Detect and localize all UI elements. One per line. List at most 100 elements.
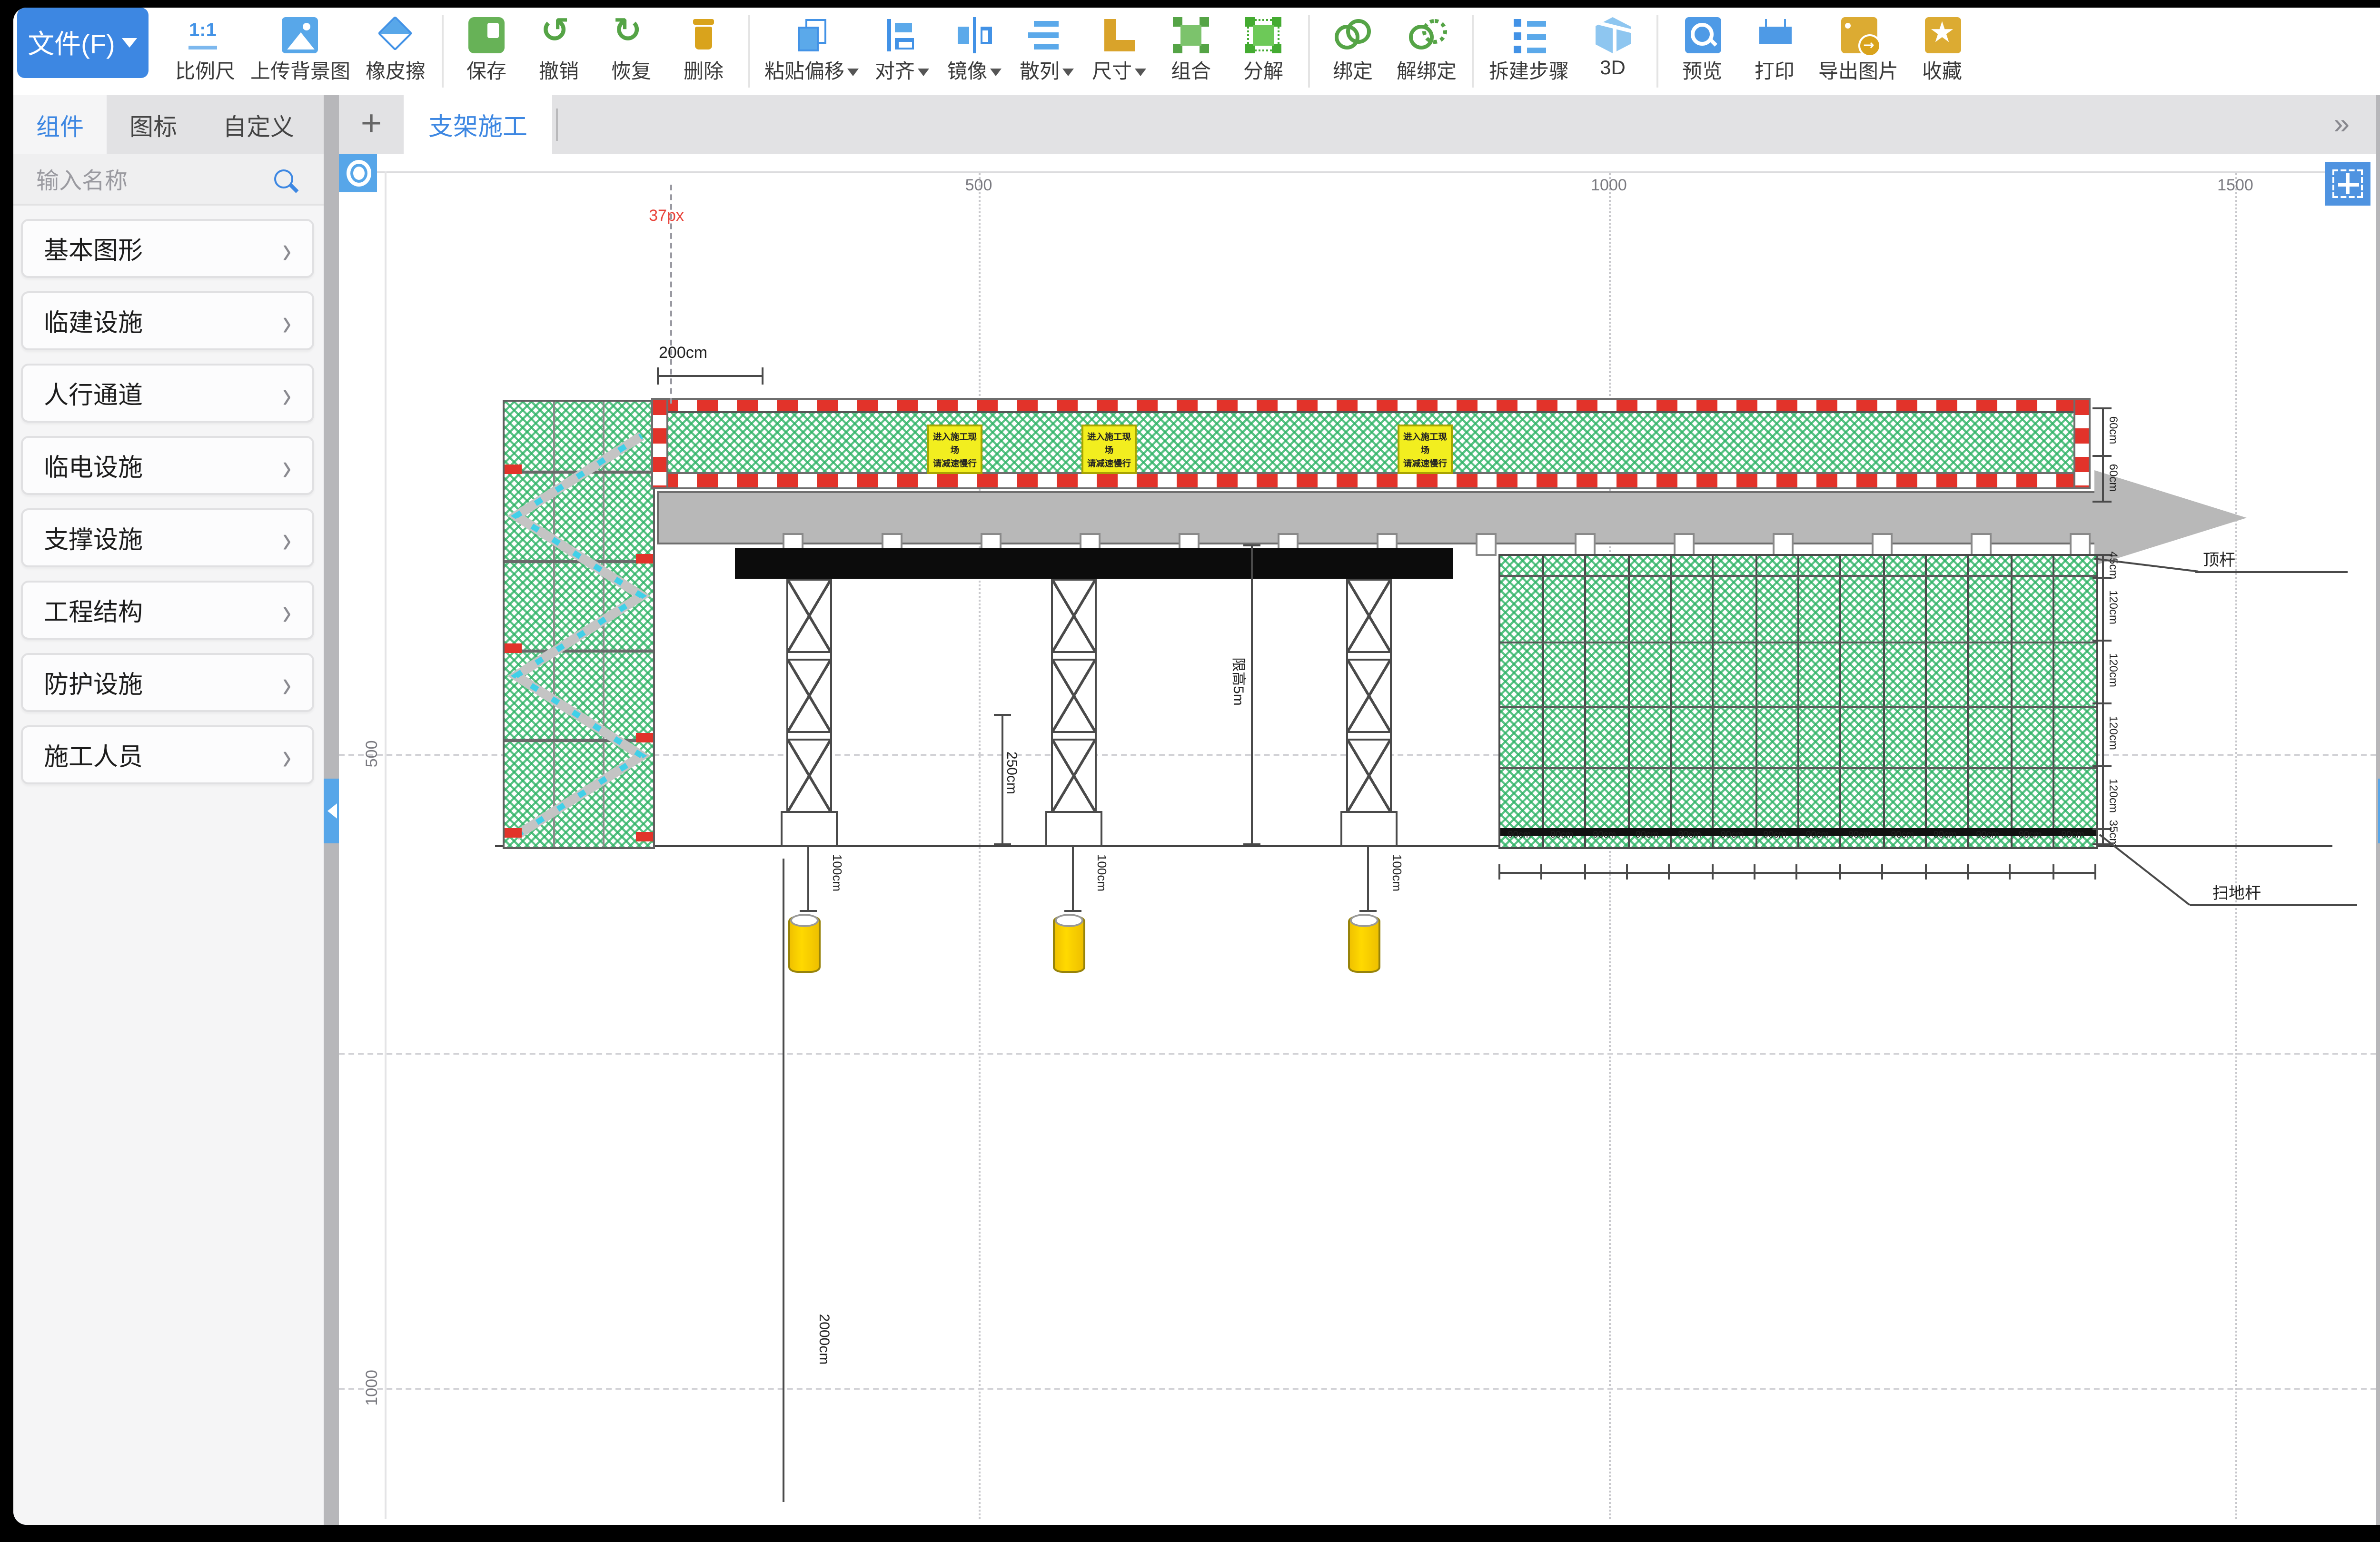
toolbar-item-unbind[interactable]: 解绑定 bbox=[1389, 15, 1464, 88]
bay-dim-label: 90cm bbox=[2052, 830, 2094, 843]
origin-button[interactable] bbox=[339, 154, 377, 192]
panel-joint bbox=[1053, 731, 1095, 741]
chevron-right-icon: › bbox=[282, 227, 291, 270]
marker-drum[interactable] bbox=[1053, 916, 1085, 973]
toolbar-item-save[interactable]: 保存 bbox=[450, 15, 523, 88]
chevron-right-icon: › bbox=[282, 661, 291, 704]
safety-mesh-fence[interactable] bbox=[1498, 554, 2098, 849]
toolbar-item-label: 删除 bbox=[684, 57, 724, 86]
callout-underline bbox=[2195, 571, 2348, 573]
bearing-pad bbox=[2070, 533, 2091, 556]
toolbar-item-text: 解绑定 bbox=[1397, 57, 1457, 86]
sidebar-item-category[interactable]: 防护设施 › bbox=[21, 653, 314, 712]
lattice-column[interactable] bbox=[786, 579, 832, 815]
toolbar-item-cube-3d[interactable]: 3D bbox=[1577, 15, 1649, 88]
dim-tick bbox=[994, 843, 1011, 845]
sidebar-item-category[interactable]: 工程结构› bbox=[21, 581, 314, 640]
lattice-column[interactable] bbox=[1051, 579, 1097, 815]
add-tab-button[interactable]: + bbox=[339, 95, 404, 154]
toolbar-item-scatter[interactable]: 散列 bbox=[1010, 15, 1082, 88]
category-list: 基本图形›临建设施›人行通道›临电设施›支撑设施›工程结构›防护设施›施工人员› bbox=[13, 219, 324, 784]
depth-label: 2000cm bbox=[816, 1305, 833, 1374]
chain-tick bbox=[1839, 864, 1841, 880]
sidebar-tab-1[interactable]: 图标 bbox=[107, 95, 200, 154]
warning-sign[interactable]: 进入施工现场请减速慢行 bbox=[927, 425, 982, 474]
toolbar-item-export-image[interactable]: 导出图片 bbox=[1811, 15, 1906, 88]
sidebar-tab-2[interactable]: 自定义 bbox=[200, 95, 317, 154]
column-footing bbox=[781, 811, 838, 847]
search-icon[interactable] bbox=[274, 169, 293, 188]
toolbar-item-mirror[interactable]: 镜像 bbox=[938, 15, 1010, 88]
sidebar-item-category[interactable]: 基本图形 › bbox=[21, 219, 314, 278]
barrier-mesh-band[interactable] bbox=[657, 411, 2087, 476]
toolbar-item-bind[interactable]: 绑定 bbox=[1317, 15, 1389, 88]
lattice-column[interactable] bbox=[1346, 579, 1392, 815]
sidebar-tab-0[interactable]: 组件 bbox=[13, 95, 107, 154]
sidebar-tabs: 组件图标自定义 bbox=[13, 95, 324, 154]
cap-beam[interactable] bbox=[735, 548, 1453, 579]
main-area: 组件图标自定义 输入名称 基本图形›临建设施›人行通道›临电设施›支撑设施›工程… bbox=[13, 95, 2380, 1525]
collapse-right-panel-handle[interactable] bbox=[2378, 779, 2380, 843]
canvas-tab-active[interactable]: 支架施工 bbox=[404, 95, 552, 154]
toolbar-item-label: 保存 bbox=[466, 57, 506, 86]
toolbar-item-eraser[interactable]: 橡皮擦 bbox=[358, 15, 433, 88]
scaffold-stair-tower[interactable] bbox=[503, 400, 655, 849]
category-label: 人行通道 bbox=[44, 375, 143, 411]
search-box[interactable]: 输入名称 bbox=[13, 154, 324, 206]
category-label: 基本图形 bbox=[44, 230, 143, 267]
marker-drum[interactable] bbox=[1348, 916, 1380, 973]
canvas-tab-bar: + 支架施工 » bbox=[339, 95, 2376, 154]
toolbar-item-size[interactable]: 尺寸 bbox=[1082, 15, 1155, 88]
search-input[interactable]: 输入名称 bbox=[36, 163, 128, 195]
toolbar-item-align[interactable]: 对齐 bbox=[865, 15, 938, 88]
toolbar-item-label: 拆建步骤 bbox=[1489, 57, 1569, 86]
marker-drum[interactable] bbox=[788, 916, 821, 973]
toolbar-item-paste-offset[interactable]: 粘贴偏移 bbox=[757, 15, 865, 88]
toolbar-item-text: 尺寸 bbox=[1092, 57, 1132, 86]
collapse-left-panel-handle[interactable] bbox=[324, 779, 339, 843]
toolbar-item-label: 尺寸 bbox=[1092, 57, 1145, 86]
toolbar-item-favorite[interactable]: 收藏 bbox=[1906, 15, 1978, 88]
barrier-rail-bottom[interactable] bbox=[657, 472, 2087, 489]
toolbar-item-redo[interactable]: 恢复 bbox=[595, 15, 667, 88]
toolbar-item-delete[interactable]: 删除 bbox=[667, 15, 740, 88]
toolbar-item-print[interactable]: 打印 bbox=[1738, 15, 1811, 88]
sidebar-item-category[interactable]: 临建设施› bbox=[21, 291, 314, 350]
toolbar-item-ungroup[interactable]: 分解 bbox=[1227, 15, 1299, 88]
bind-icon bbox=[1335, 17, 1371, 53]
panel-joint bbox=[788, 651, 830, 661]
toolbar-item-steps[interactable]: 拆建步骤 bbox=[1481, 15, 1577, 88]
ruler-top-line bbox=[364, 171, 2370, 173]
toolbar-group: 比例尺上传背景图橡皮擦 bbox=[160, 15, 443, 88]
toolbar-item-scale-ruler[interactable]: 比例尺 bbox=[168, 15, 243, 88]
drawing-viewport[interactable]: 50010001500500100037px 进入施工现场请减速慢行进入施工现场… bbox=[339, 154, 2376, 1525]
toolbar-item-text: 分解 bbox=[1243, 57, 1283, 86]
bay-dim-label: 90cm bbox=[1711, 830, 1753, 843]
dim-tick bbox=[1064, 910, 1081, 912]
pile-dim-label: 100cm bbox=[1385, 848, 1402, 898]
sidebar-item-category[interactable]: 临电设施› bbox=[21, 436, 314, 495]
sidebar-item-category[interactable]: 施工人员› bbox=[21, 725, 314, 784]
toolbar-item-upload-background[interactable]: 上传背景图 bbox=[243, 15, 358, 88]
sidebar-item-category[interactable]: 人行通道› bbox=[21, 364, 314, 423]
chevron-down-icon bbox=[917, 68, 928, 81]
chain-tick bbox=[2052, 864, 2054, 880]
sidebar-item-category[interactable]: 支撑设施› bbox=[21, 508, 314, 567]
category-label: 工程结构 bbox=[44, 592, 143, 628]
fit-to-screen-button[interactable] bbox=[2325, 162, 2370, 206]
toolbar-item-preview[interactable]: 预览 bbox=[1666, 15, 1738, 88]
fence-post bbox=[1585, 556, 1587, 847]
chevron-right-icon: › bbox=[282, 299, 291, 342]
barrier-end-post-right bbox=[2073, 398, 2091, 489]
warning-sign[interactable]: 进入施工现场请减速慢行 bbox=[1081, 425, 1137, 474]
toolbar-item-label: 镜像 bbox=[947, 57, 1001, 86]
toolbar-item-undo[interactable]: 撤销 bbox=[523, 15, 595, 88]
collapse-tabs-icon[interactable]: » bbox=[2334, 109, 2350, 141]
warning-sign[interactable]: 进入施工现场请减速慢行 bbox=[1398, 425, 1453, 474]
bay-dim-label: 90cm bbox=[1541, 830, 1583, 843]
size-icon bbox=[1101, 17, 1137, 53]
toolbar-item-label: 撤销 bbox=[539, 57, 579, 86]
category-label: 防护设施 bbox=[44, 664, 143, 701]
file-menu-button[interactable]: 文件(F) bbox=[17, 8, 149, 78]
toolbar-item-group[interactable]: 组合 bbox=[1155, 15, 1227, 88]
